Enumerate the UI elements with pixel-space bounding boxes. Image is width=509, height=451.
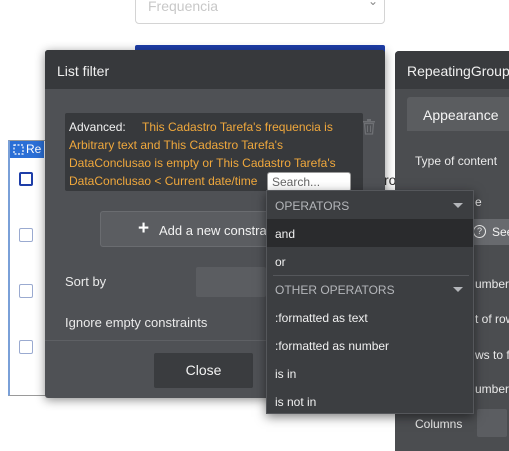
operator-label: is not in bbox=[275, 395, 317, 409]
expression-line[interactable]: DataConclusao < Current date/time bbox=[69, 174, 257, 188]
chevron-down-icon: ⌄ bbox=[367, 0, 378, 8]
tab-appearance-label: Appearance bbox=[423, 107, 499, 123]
add-constraint-label: Add a new constraint bbox=[159, 223, 281, 238]
operator-formatted-as-number[interactable]: :formatted as number bbox=[267, 331, 473, 359]
checkbox-icon[interactable] bbox=[19, 172, 33, 186]
operator-and[interactable]: and bbox=[267, 219, 473, 247]
operators-heading: OPERATORS bbox=[275, 199, 350, 213]
partial-label: umber bbox=[475, 277, 509, 291]
help-icon: ? bbox=[473, 225, 486, 238]
partial-label: t of row bbox=[475, 312, 509, 326]
operators-dropdown: OPERATORS and or OTHER OPERATORS :format… bbox=[266, 190, 474, 414]
ignore-empty-constraints-label: Ignore empty constraints bbox=[65, 315, 208, 330]
dropdown-value: Frequencia bbox=[148, 0, 219, 14]
operator-label: and bbox=[275, 227, 296, 241]
sort-by-label: Sort by bbox=[65, 274, 107, 289]
panel-header[interactable]: RepeatingGroup bbox=[395, 51, 509, 89]
columns-input[interactable] bbox=[477, 409, 507, 437]
operator-label: or bbox=[275, 255, 286, 269]
close-button[interactable]: Close bbox=[154, 353, 253, 388]
operator-or[interactable]: or bbox=[267, 247, 473, 275]
expression-search-input[interactable] bbox=[267, 172, 351, 192]
expression-line[interactable]: DataConclusao is empty or This Cadastro … bbox=[69, 156, 336, 170]
checkbox-icon[interactable] bbox=[19, 340, 33, 354]
dialog-title: List filter bbox=[57, 63, 110, 79]
other-operators-section-header[interactable]: OTHER OPERATORS bbox=[267, 275, 473, 303]
caret-down-icon bbox=[453, 287, 463, 292]
operators-section-header[interactable]: OPERATORS bbox=[267, 191, 473, 219]
frequencia-dropdown[interactable]: Frequencia ⌄ bbox=[135, 0, 385, 24]
partial-label: e bbox=[475, 195, 482, 209]
selection-icon bbox=[13, 144, 24, 155]
checkbox-icon[interactable] bbox=[19, 228, 33, 242]
dialog-header[interactable]: List filter bbox=[45, 50, 385, 89]
close-button-label: Close bbox=[185, 362, 222, 378]
operator-label: :formatted as text bbox=[275, 311, 368, 325]
expression-line[interactable]: Arbitrary text and This Cadastro Tarefa'… bbox=[69, 138, 283, 152]
advanced-label: Advanced: bbox=[69, 120, 126, 134]
plus-icon: + bbox=[138, 218, 150, 239]
trash-icon[interactable] bbox=[362, 119, 376, 135]
see-button-label: See bbox=[492, 225, 509, 239]
columns-label: Columns bbox=[415, 417, 463, 431]
repeating-group-tag[interactable]: Re bbox=[10, 141, 45, 158]
repeating-group-tag-label: Re bbox=[26, 142, 42, 156]
operator-label: :formatted as number bbox=[275, 339, 390, 353]
type-of-content-label: Type of content bbox=[415, 154, 498, 168]
expression-line[interactable]: This Cadastro Tarefa's frequencia is bbox=[142, 120, 333, 134]
partial-label: umber bbox=[475, 382, 509, 396]
operator-label: is in bbox=[275, 367, 297, 381]
checkbox-icon[interactable] bbox=[19, 284, 33, 298]
operator-is-not-in[interactable]: is not in bbox=[267, 387, 473, 415]
panel-title: RepeatingGroup bbox=[407, 63, 509, 79]
operator-is-in[interactable]: is in bbox=[267, 359, 473, 387]
tab-appearance[interactable]: Appearance bbox=[407, 97, 509, 131]
operator-formatted-as-text[interactable]: :formatted as text bbox=[267, 303, 473, 331]
caret-down-icon bbox=[453, 203, 463, 208]
partial-label: ws to fi bbox=[475, 348, 509, 362]
other-operators-heading: OTHER OPERATORS bbox=[275, 283, 395, 297]
sort-by-select[interactable] bbox=[196, 267, 266, 297]
